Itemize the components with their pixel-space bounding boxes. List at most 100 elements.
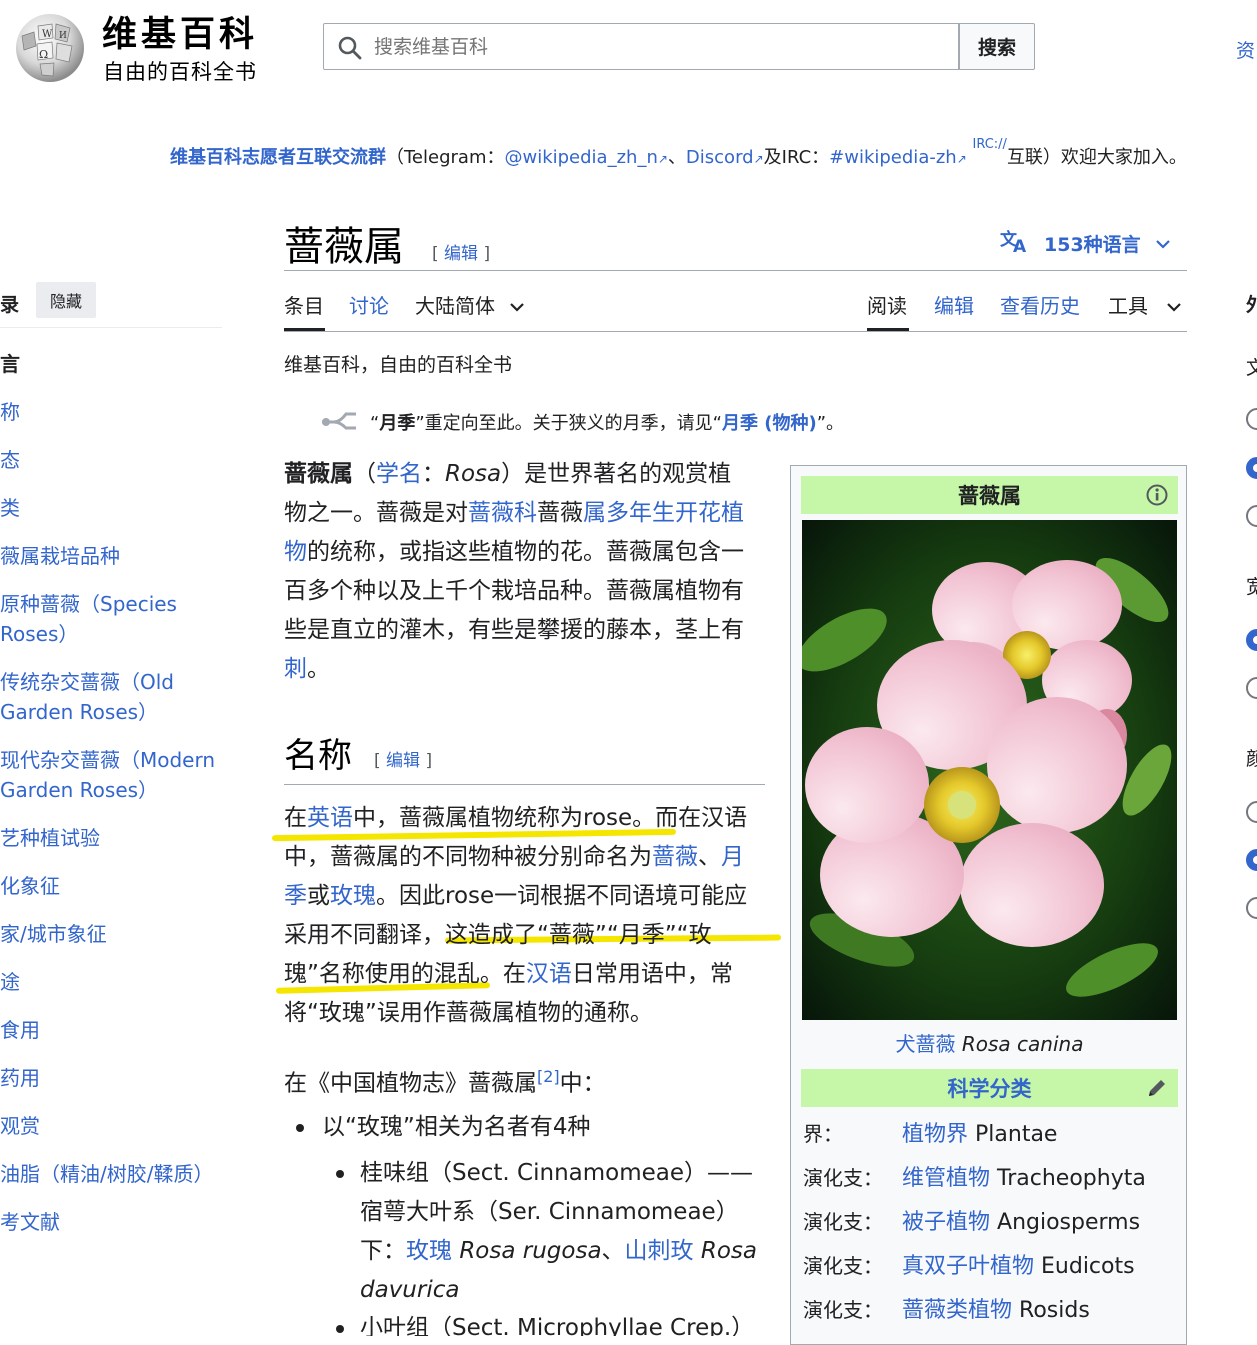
link[interactable]: 月 bbox=[721, 844, 744, 870]
taxonomy-row: 演化支： 真双子叶植物 Eudicots bbox=[803, 1244, 1183, 1284]
svg-text:A: A bbox=[1013, 237, 1027, 254]
language-button[interactable]: 文A 153种语言 bbox=[1000, 228, 1171, 259]
link[interactable]: 开花植 bbox=[675, 500, 744, 526]
link[interactable]: 山刺玫 bbox=[625, 1238, 694, 1264]
notice-discord-link[interactable]: Discord bbox=[686, 147, 754, 168]
taxon-link[interactable]: 维管植物 bbox=[902, 1166, 990, 1191]
text: 。 bbox=[307, 656, 330, 682]
toc-item[interactable]: 称 bbox=[0, 397, 20, 427]
taxon-link[interactable]: 蔷薇类植物 bbox=[902, 1298, 1012, 1323]
toc-item[interactable]: 食用 bbox=[0, 1015, 40, 1045]
list-item: 桂味组（Sect. Cinnamomeae）—— 宿萼大叶系（Ser. Cinn… bbox=[360, 1154, 780, 1310]
text: 蔷薇 bbox=[537, 500, 583, 526]
toc-item[interactable]: 言 bbox=[0, 349, 20, 379]
search-box[interactable] bbox=[323, 23, 959, 70]
info-icon[interactable] bbox=[1146, 484, 1168, 511]
radio-option[interactable] bbox=[1246, 408, 1257, 430]
link[interactable]: 英语 bbox=[307, 805, 353, 831]
radio-option[interactable] bbox=[1246, 897, 1257, 919]
taxonomy-header-link[interactable]: 科学分类 bbox=[948, 1073, 1032, 1103]
reference-link[interactable]: [2] bbox=[537, 1067, 560, 1086]
edit-link[interactable]: 编辑 bbox=[386, 751, 420, 771]
link[interactable]: 汉语 bbox=[526, 961, 572, 987]
search-button[interactable]: 搜索 bbox=[959, 23, 1035, 70]
toc-item[interactable]: 家/城市象征 bbox=[0, 919, 107, 949]
toc-item[interactable]: 传统杂交蔷薇（Old bbox=[0, 667, 174, 697]
link[interactable]: 玫瑰 bbox=[406, 1238, 452, 1264]
toc-item[interactable]: Roses） bbox=[0, 619, 78, 649]
header-right-cut-link[interactable]: 资 bbox=[1236, 36, 1255, 63]
pencil-icon[interactable] bbox=[1146, 1077, 1168, 1104]
taxon-latin: Angiosperms bbox=[997, 1210, 1141, 1235]
link[interactable]: 属 bbox=[583, 500, 606, 526]
section-divider bbox=[284, 784, 765, 785]
toc-item[interactable]: 化象征 bbox=[0, 871, 60, 901]
toc-item[interactable]: 油脂（精油/树胶/鞣质） bbox=[0, 1159, 213, 1189]
wordmark[interactable]: 维基百科 bbox=[102, 14, 258, 56]
toc-item[interactable]: 艺种植试验 bbox=[0, 823, 100, 853]
search-input[interactable] bbox=[374, 24, 944, 69]
tab-read[interactable]: 阅读 bbox=[867, 292, 907, 320]
rose-photo[interactable] bbox=[797, 520, 1177, 1020]
redirect-arrow-icon bbox=[320, 406, 360, 437]
edit-link[interactable]: 编辑 bbox=[444, 244, 478, 264]
taxon-link[interactable]: 植物界 bbox=[902, 1122, 968, 1147]
toc-item[interactable]: 薇属栽培品种 bbox=[0, 541, 120, 571]
link[interactable]: 蔷薇 bbox=[652, 844, 698, 870]
link[interactable]: 学名 bbox=[376, 461, 422, 487]
toc-hide-button[interactable]: 隐藏 bbox=[36, 282, 96, 318]
link[interactable]: 刺 bbox=[284, 656, 307, 682]
panel-title-cut: 外 bbox=[1246, 294, 1257, 316]
site-subtitle: 维基百科，自由的百科全书 bbox=[284, 354, 513, 376]
tools-dropdown[interactable]: 工具 bbox=[1108, 292, 1182, 320]
title-edit-link: [ 编辑 ] bbox=[432, 239, 490, 264]
radio-option-selected[interactable] bbox=[1246, 629, 1257, 651]
tab-article[interactable]: 条目 bbox=[284, 292, 324, 320]
radio-option-selected[interactable] bbox=[1246, 849, 1257, 871]
toc-item[interactable]: 观赏 bbox=[0, 1111, 40, 1141]
text: 中： bbox=[559, 1070, 606, 1097]
toc-item[interactable]: 现代杂交蔷薇（Modern bbox=[0, 745, 215, 775]
variant-label: 大陆简体 bbox=[415, 294, 495, 318]
radio-option-selected[interactable] bbox=[1246, 457, 1257, 479]
text: 将“玫瑰”误用作蔷薇属植物的通称。 bbox=[284, 1000, 653, 1026]
tab-history[interactable]: 查看历史 bbox=[1000, 292, 1080, 320]
link[interactable]: 物 bbox=[284, 539, 307, 565]
toc-item[interactable]: 考文献 bbox=[0, 1207, 60, 1237]
text: 百多个种以及上千个栽培品种。蔷薇属植物有 bbox=[284, 578, 744, 604]
notice-group-link[interactable]: 维基百科志愿者互联交流群 bbox=[170, 147, 386, 168]
variant-dropdown[interactable]: 大陆简体 bbox=[415, 292, 525, 320]
toc-item[interactable]: 原种蔷薇（Species bbox=[0, 589, 177, 619]
taxon-link[interactable]: 被子植物 bbox=[902, 1210, 990, 1235]
toc-item[interactable]: Garden Roses） bbox=[0, 697, 158, 727]
link[interactable]: 蔷薇科 bbox=[468, 500, 537, 526]
link[interactable]: 季 bbox=[284, 883, 307, 909]
hatnote-text: ”重定向至此。关于狭义的月季，请见“ bbox=[415, 412, 722, 434]
toc-item[interactable]: Garden Roses） bbox=[0, 775, 158, 805]
tab-edit[interactable]: 编辑 bbox=[934, 292, 974, 320]
link[interactable]: 玫瑰 bbox=[330, 883, 376, 909]
bracket: [ bbox=[432, 244, 445, 264]
radio-option[interactable] bbox=[1246, 801, 1257, 823]
name-paragraph: 在英语中，蔷薇属植物统称为rose。而在汉语 中，蔷薇属的不同物种被分别命名为蔷… bbox=[284, 799, 774, 1033]
tab-talk[interactable]: 讨论 bbox=[349, 292, 389, 320]
link[interactable]: 多年生 bbox=[606, 500, 675, 526]
wikipedia-logo[interactable]: Ω W И bbox=[12, 12, 88, 84]
radio-option[interactable] bbox=[1246, 505, 1257, 527]
text: ）是世界著名的观赏植 bbox=[501, 461, 732, 487]
notice-telegram-link[interactable]: @wikipedia_zh_n bbox=[504, 147, 657, 168]
external-link-icon: ↗ bbox=[657, 152, 668, 166]
toc-item[interactable]: 态 bbox=[0, 445, 20, 475]
caption-link[interactable]: 犬蔷薇 bbox=[896, 1032, 956, 1056]
infobox-caption: 犬蔷薇 Rosa canina bbox=[791, 1028, 1188, 1057]
taxon-latin: Rosids bbox=[1019, 1298, 1090, 1323]
text: 中，蔷薇属植物统称为rose。而在汉语 bbox=[353, 805, 748, 831]
radio-option[interactable] bbox=[1246, 677, 1257, 699]
toc-item[interactable]: 类 bbox=[0, 493, 20, 523]
toc-item[interactable]: 途 bbox=[0, 967, 20, 997]
notice-irc-sup[interactable]: IRC:// bbox=[973, 137, 1007, 152]
hatnote-link[interactable]: 月季 (物种) bbox=[722, 413, 817, 434]
taxon-link[interactable]: 真双子叶植物 bbox=[902, 1254, 1034, 1279]
toc-item[interactable]: 药用 bbox=[0, 1063, 40, 1093]
notice-irc-link[interactable]: #wikipedia-zh bbox=[829, 147, 957, 168]
